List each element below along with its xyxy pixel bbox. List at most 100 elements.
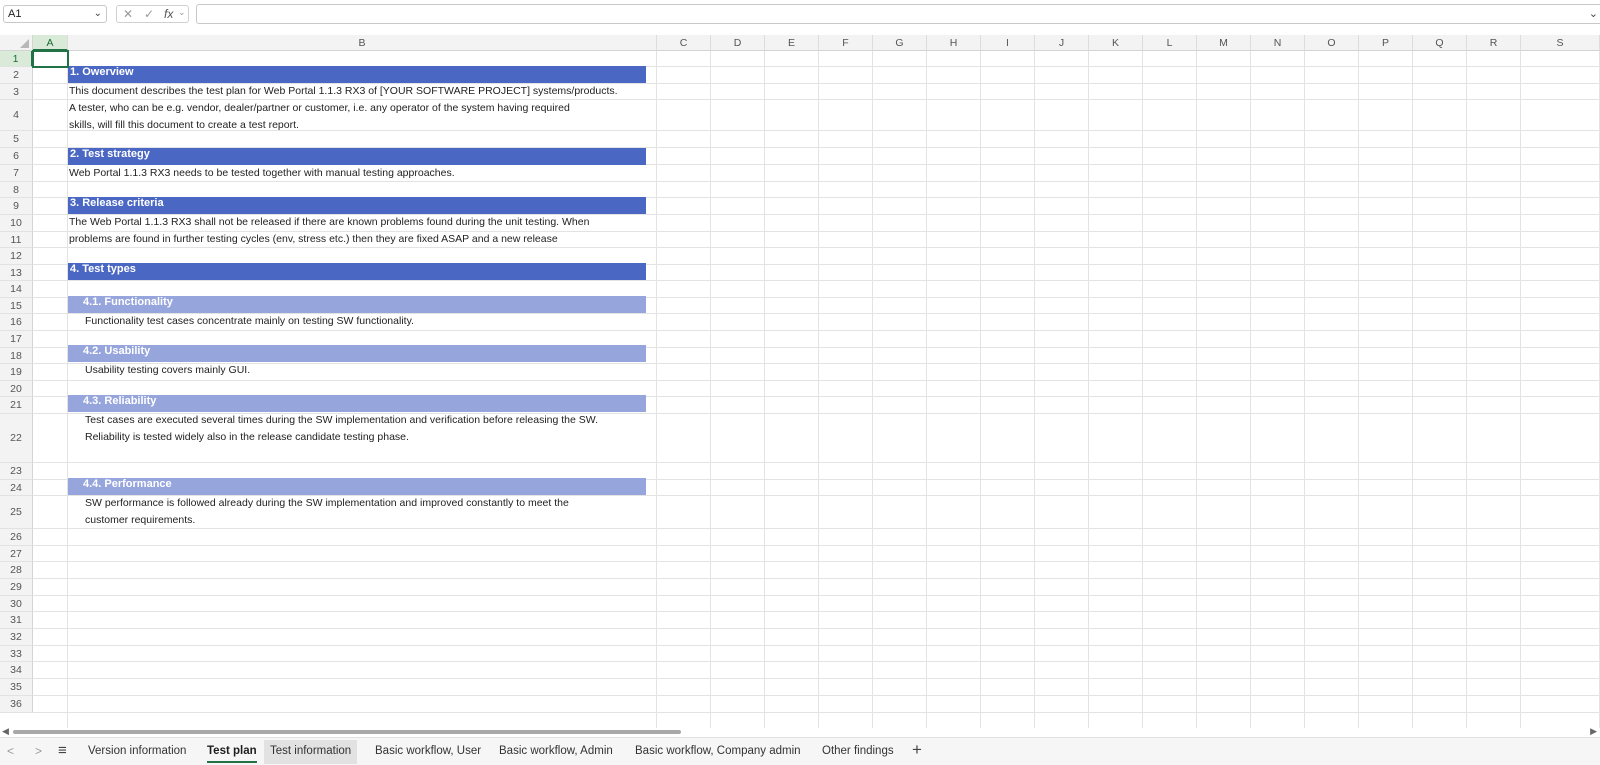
column-gridline xyxy=(764,51,765,728)
row-header-27[interactable]: 27 xyxy=(0,546,33,562)
column-header-m[interactable]: M xyxy=(1197,35,1251,51)
column-header-p[interactable]: P xyxy=(1359,35,1413,51)
sheet-tab-basic-workflow-admin[interactable]: Basic workflow, Admin xyxy=(493,740,619,764)
row-header-6[interactable]: 6 xyxy=(0,148,33,165)
all-sheets-menu-icon[interactable]: ≡ xyxy=(58,742,67,759)
row-header-28[interactable]: 28 xyxy=(0,562,33,579)
column-header-k[interactable]: K xyxy=(1089,35,1143,51)
column-gridline xyxy=(1466,51,1467,728)
sheet-tab-other-findings[interactable]: Other findings xyxy=(816,740,900,764)
row-header-29[interactable]: 29 xyxy=(0,579,33,596)
row-header-14[interactable]: 14 xyxy=(0,281,33,298)
row-header-8[interactable]: 8 xyxy=(0,182,33,198)
add-sheet-icon[interactable]: + xyxy=(912,740,922,760)
row-header-30[interactable]: 30 xyxy=(0,596,33,612)
row-header-35[interactable]: 35 xyxy=(0,679,33,696)
row-header-5[interactable]: 5 xyxy=(0,131,33,148)
column-header-j[interactable]: J xyxy=(1035,35,1089,51)
row-header-34[interactable]: 34 xyxy=(0,662,33,679)
row-header-3[interactable]: 3 xyxy=(0,84,33,100)
column-header-e[interactable]: E xyxy=(765,35,819,51)
column-header-d[interactable]: D xyxy=(711,35,765,51)
formula-input[interactable]: ⌄ xyxy=(196,4,1600,24)
select-all-corner[interactable] xyxy=(0,35,33,51)
horizontal-scrollbar[interactable]: ◀ ▶ xyxy=(0,726,1600,737)
row-header-1[interactable]: 1 xyxy=(0,51,33,67)
column-header-h[interactable]: H xyxy=(927,35,981,51)
row-header-13[interactable]: 13 xyxy=(0,265,33,281)
column-header-c[interactable]: C xyxy=(657,35,711,51)
name-box[interactable]: A1 ⌄ xyxy=(3,5,107,23)
column-header-q[interactable]: Q xyxy=(1413,35,1467,51)
row-header-32[interactable]: 32 xyxy=(0,629,33,646)
row-header-9[interactable]: 9 xyxy=(0,198,33,215)
column-header-f[interactable]: F xyxy=(819,35,873,51)
row-header-33[interactable]: 33 xyxy=(0,646,33,662)
sheet-tab-test-plan[interactable]: Test plan xyxy=(201,740,263,764)
row-gridline xyxy=(33,545,1600,546)
row-header-16[interactable]: 16 xyxy=(0,314,33,331)
row-header-11[interactable]: 11 xyxy=(0,232,33,248)
row-gridline xyxy=(33,645,1600,646)
sheet-tab-version-information[interactable]: Version information xyxy=(82,740,192,764)
row-header-19[interactable]: 19 xyxy=(0,364,33,381)
usability-text: Usability testing covers mainly GUI. xyxy=(85,364,251,376)
prev-sheet-icon[interactable]: < xyxy=(7,744,14,758)
row-header-18[interactable]: 18 xyxy=(0,348,33,364)
row-header-21[interactable]: 21 xyxy=(0,397,33,414)
name-box-value: A1 xyxy=(8,8,22,20)
row-header-10[interactable]: 10 xyxy=(0,215,33,232)
section-overview-header[interactable]: 1. Owerview xyxy=(68,66,646,83)
column-header-g[interactable]: G xyxy=(873,35,927,51)
row-header-24[interactable]: 24 xyxy=(0,480,33,496)
row-header-25[interactable]: 25 xyxy=(0,496,33,529)
column-header-l[interactable]: L xyxy=(1143,35,1197,51)
row-header-17[interactable]: 17 xyxy=(0,331,33,348)
scroll-left-icon[interactable]: ◀ xyxy=(2,726,9,737)
cancel-icon[interactable]: ✕ xyxy=(123,7,133,21)
row-header-2[interactable]: 2 xyxy=(0,67,33,84)
enter-icon[interactable]: ✓ xyxy=(144,7,154,21)
row-header-22[interactable]: 22 xyxy=(0,414,33,463)
row-header-20[interactable]: 20 xyxy=(0,381,33,397)
subsection-usability-header[interactable]: 4.2. Usability xyxy=(68,345,646,362)
active-cell-a1[interactable] xyxy=(32,50,69,68)
column-header-s[interactable]: S xyxy=(1521,35,1600,51)
column-header-b[interactable]: B xyxy=(68,35,657,51)
row-header-26[interactable]: 26 xyxy=(0,529,33,546)
row-header-31[interactable]: 31 xyxy=(0,612,33,629)
column-header-a[interactable]: A xyxy=(33,35,68,51)
section-test-types-header[interactable]: 4. Test types xyxy=(68,263,646,280)
row-header-23[interactable]: 23 xyxy=(0,463,33,480)
column-header-n[interactable]: N xyxy=(1251,35,1305,51)
sheet-tab-basic-workflow-user[interactable]: Basic workflow, User xyxy=(369,740,487,764)
next-sheet-icon[interactable]: > xyxy=(35,744,42,758)
column-header-i[interactable]: I xyxy=(981,35,1035,51)
scrollbar-thumb[interactable] xyxy=(13,730,681,734)
subsection-functionality-header[interactable]: 4.1. Functionality xyxy=(68,296,646,313)
column-header-r[interactable]: R xyxy=(1467,35,1521,51)
fx-chevron-down-icon[interactable]: ⌄ xyxy=(178,7,186,18)
spreadsheet-grid[interactable]: ABCDEFGHIJKLMNOPQRS 1 2 3 4 5 6 7 8 9 10 11 12 13 14 1… xyxy=(0,35,1600,728)
sheet-tab-test-information[interactable]: Test information xyxy=(264,740,358,764)
subsection-title: 4.2. Usability xyxy=(83,345,151,357)
name-box-chevron-down-icon[interactable]: ⌄ xyxy=(94,6,102,22)
row-header-7[interactable]: 7 xyxy=(0,165,33,182)
row-header-12[interactable]: 12 xyxy=(0,248,33,265)
column-header-o[interactable]: O xyxy=(1305,35,1359,51)
row-header-36[interactable]: 36 xyxy=(0,696,33,713)
select-all-triangle-icon xyxy=(20,39,29,48)
release-text-line-1: The Web Portal 1.1.3 RX3 shall not be re… xyxy=(69,216,590,228)
section-strategy-header[interactable]: 2. Test strategy xyxy=(68,148,646,165)
formula-buttons: ✕ ✓ fx ⌄ xyxy=(116,5,189,23)
row-header-15[interactable]: 15 xyxy=(0,298,33,314)
scroll-right-icon[interactable]: ▶ xyxy=(1590,726,1597,737)
sheet-tab-basic-workflow-company-admin[interactable]: Basic workflow, Company admin xyxy=(629,740,807,764)
row-gridline xyxy=(33,330,1600,331)
insert-function-icon[interactable]: fx xyxy=(164,7,173,21)
subsection-performance-header[interactable]: 4.4. Performance xyxy=(68,478,646,495)
subsection-reliability-header[interactable]: 4.3. Reliability xyxy=(68,395,646,412)
section-release-header[interactable]: 3. Release criteria xyxy=(68,197,646,214)
row-header-4[interactable]: 4 xyxy=(0,100,33,131)
expand-formula-chevron-icon[interactable]: ⌄ xyxy=(1589,7,1598,20)
